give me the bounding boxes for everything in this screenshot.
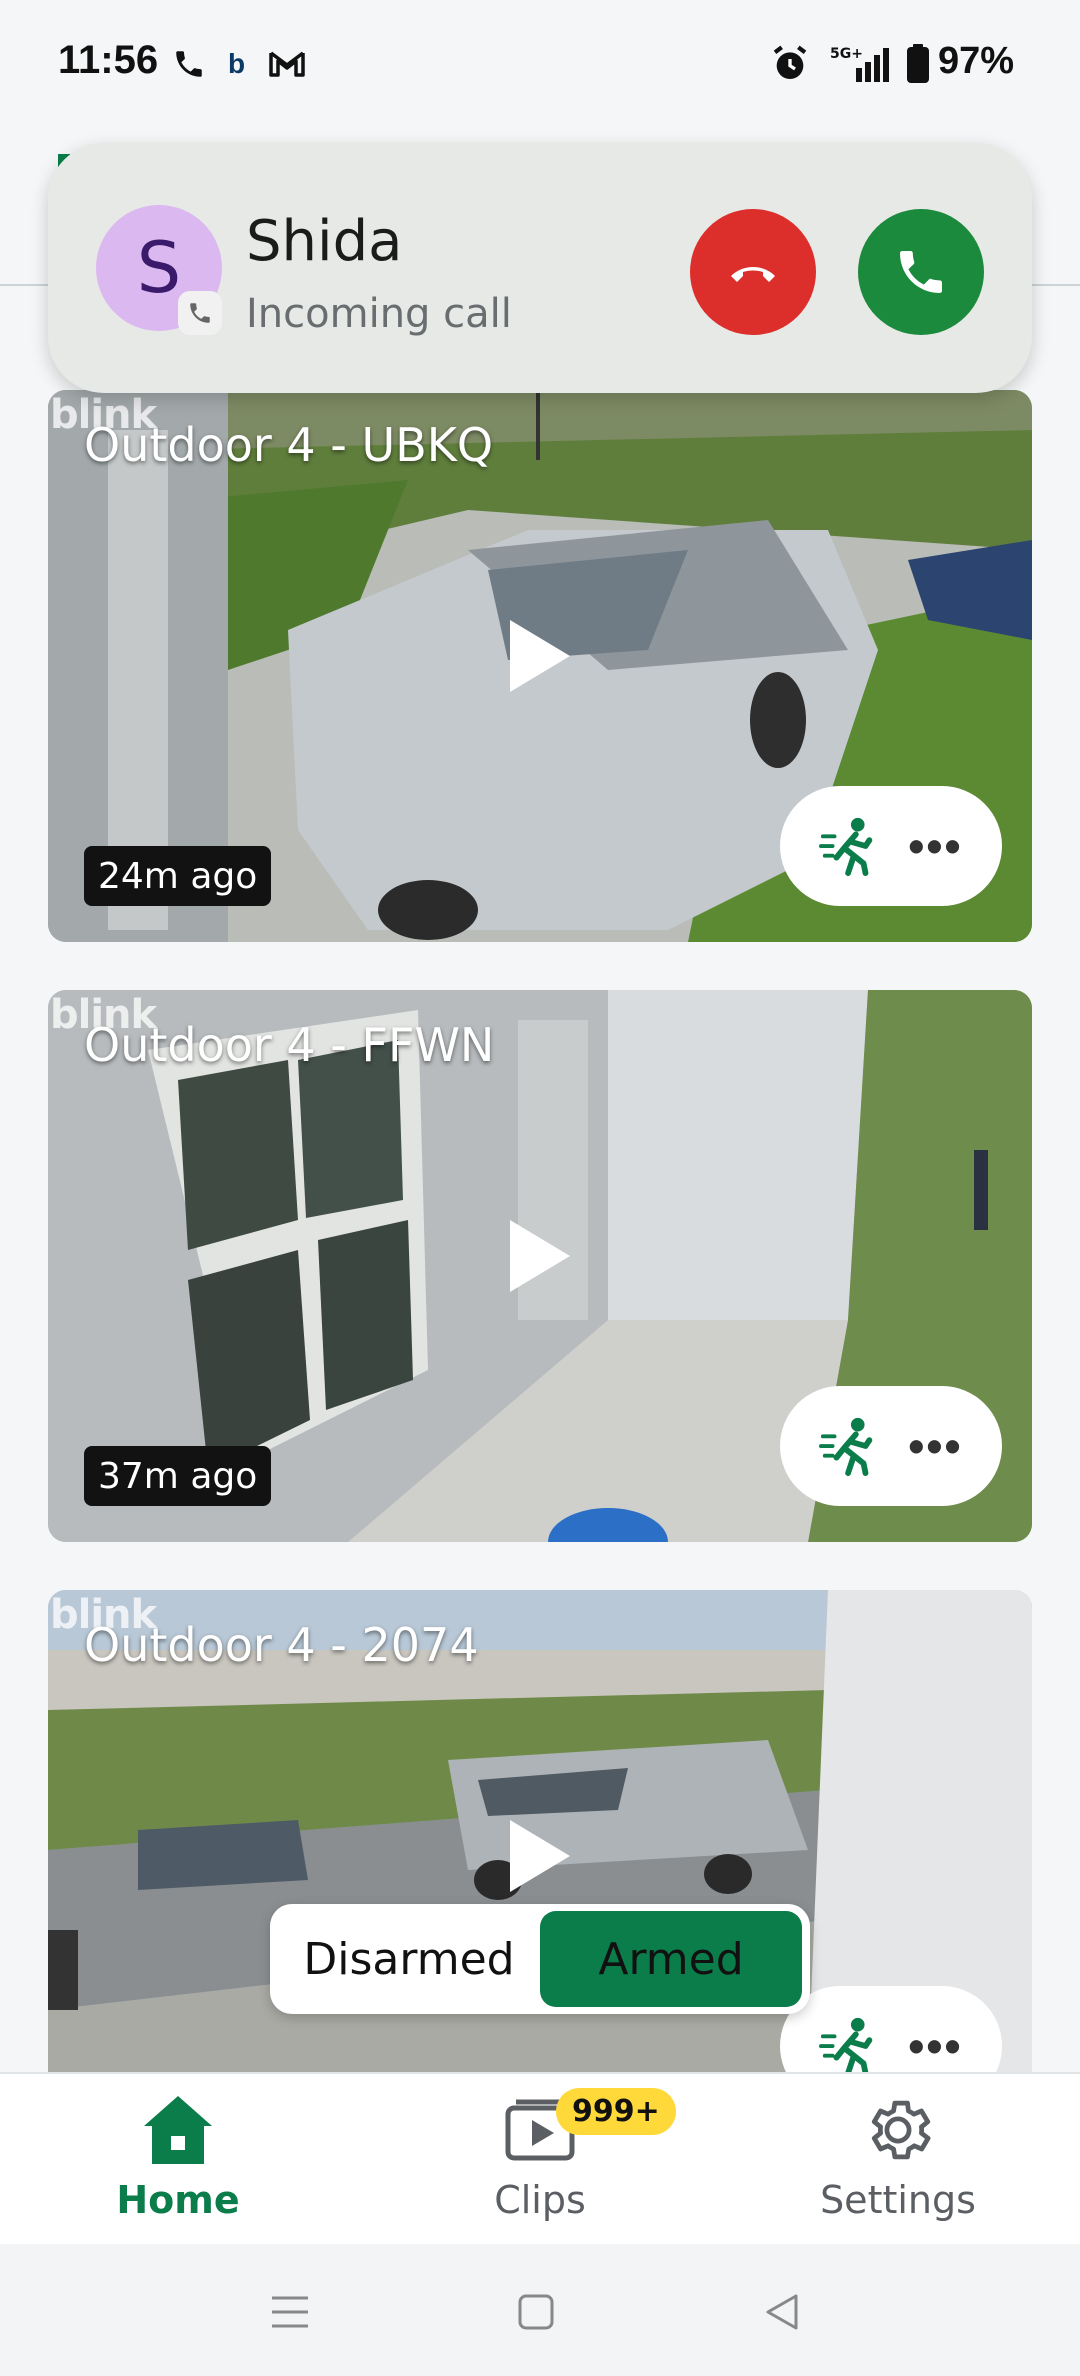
nav-settings[interactable]: Settings bbox=[778, 2092, 1018, 2242]
battery-percent: 97% bbox=[937, 40, 1014, 82]
battery-icon bbox=[904, 44, 932, 84]
status-time: 11:56 bbox=[58, 38, 159, 82]
caller-name: Shida bbox=[246, 209, 403, 274]
arm-toggle: Disarmed Armed bbox=[270, 1904, 810, 2014]
nav-settings-label: Settings bbox=[820, 2178, 976, 2222]
signal-5g-icon: 5G+ bbox=[828, 44, 892, 84]
camera-actions: ••• bbox=[780, 786, 1002, 906]
svg-text:5G+: 5G+ bbox=[830, 46, 863, 62]
nav-home[interactable]: Home bbox=[58, 2092, 298, 2242]
status-bar: 11:56 b 5G+ 97% bbox=[0, 0, 1080, 130]
camera-title: Outdoor 4 - UBKQ bbox=[84, 418, 494, 472]
motion-detection-icon[interactable] bbox=[819, 815, 881, 877]
nav-home-label: Home bbox=[116, 2178, 240, 2222]
armed-option[interactable]: Armed bbox=[540, 1911, 802, 2007]
bottom-navigation: Home 999+ Clips Settings bbox=[0, 2072, 1080, 2244]
menu-icon bbox=[272, 2296, 308, 2328]
clips-count-badge: 999+ bbox=[556, 2088, 676, 2135]
camera-actions: ••• bbox=[780, 1386, 1002, 1506]
camera-title: Outdoor 4 - FFWN bbox=[84, 1018, 495, 1072]
last-clip-time: 37m ago bbox=[84, 1446, 272, 1506]
accept-call-button[interactable] bbox=[858, 209, 984, 335]
camera-actions: ••• bbox=[780, 1986, 1002, 2072]
nav-clips-label: Clips bbox=[494, 2178, 586, 2222]
camera-card[interactable]: blink Outdoor 4 - FFWN 37m ago ••• bbox=[48, 990, 1032, 1542]
motion-detection-icon[interactable] bbox=[819, 1415, 881, 1477]
more-options-icon[interactable]: ••• bbox=[908, 1423, 962, 1469]
camera-card[interactable]: blink Outdoor 4 - UBKQ 24m ago ••• bbox=[48, 390, 1032, 942]
nav-clips[interactable]: 999+ Clips bbox=[420, 2088, 676, 2242]
square-icon bbox=[518, 2294, 554, 2330]
camera-title: Outdoor 4 - 2074 bbox=[84, 1618, 479, 1672]
more-options-icon[interactable]: ••• bbox=[908, 823, 962, 869]
recent-apps-button[interactable] bbox=[260, 2282, 320, 2342]
decline-call-button[interactable] bbox=[690, 209, 816, 335]
last-clip-time: 24m ago bbox=[84, 846, 272, 906]
system-navigation-bar bbox=[0, 2244, 1080, 2376]
gear-icon bbox=[871, 2100, 931, 2160]
call-status-text: Incoming call bbox=[246, 291, 512, 337]
back-triangle-icon bbox=[766, 2294, 798, 2330]
phone-badge-icon bbox=[178, 291, 222, 335]
play-icon[interactable] bbox=[504, 1816, 574, 1896]
alarm-icon bbox=[770, 44, 810, 84]
back-button[interactable] bbox=[752, 2282, 812, 2342]
motion-detection-icon[interactable] bbox=[819, 2015, 881, 2072]
gmail-icon bbox=[268, 44, 306, 84]
b-app-icon: b bbox=[228, 48, 246, 79]
home-system-button[interactable] bbox=[506, 2282, 566, 2342]
more-options-icon[interactable]: ••• bbox=[908, 2023, 962, 2069]
phone-hangup-icon bbox=[731, 267, 775, 282]
play-icon[interactable] bbox=[504, 616, 574, 696]
play-icon[interactable] bbox=[504, 1216, 574, 1296]
home-icon bbox=[144, 2096, 212, 2164]
incoming-call-notification[interactable]: S Shida Incoming call bbox=[48, 143, 1032, 393]
call-icon bbox=[172, 44, 206, 84]
phone-icon bbox=[900, 251, 942, 293]
disarmed-option[interactable]: Disarmed bbox=[278, 1911, 540, 2007]
